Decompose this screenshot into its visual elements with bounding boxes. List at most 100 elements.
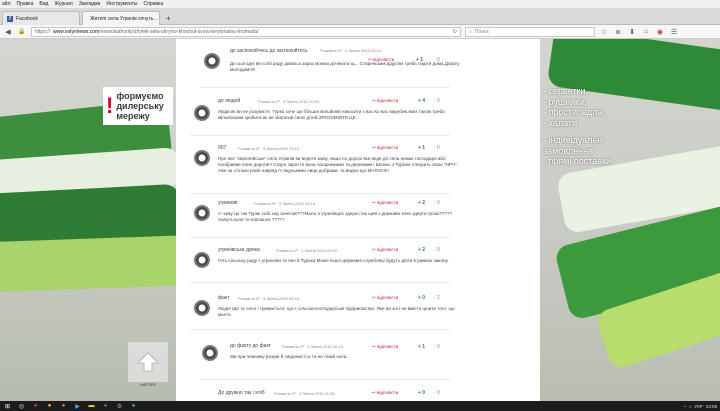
- dealer-promo-banner[interactable]: ! формуємо дилерську мережу: [103, 87, 173, 125]
- comment-ip: Posвасть IP: [276, 248, 299, 253]
- menu-bookmarks[interactable]: Закладки: [79, 1, 101, 7]
- comment-text: Про яке "європейське" село Угринів ви ве…: [218, 156, 458, 173]
- scroll-to-top-button[interactable]: [128, 342, 168, 382]
- comment-ip: Posвасть IP: [258, 99, 281, 104]
- upvote-button[interactable]: + 1: [418, 145, 425, 151]
- network-icon[interactable]: ◔: [683, 404, 686, 409]
- reply-label: відповісти: [377, 200, 399, 205]
- comment-date: 3 Липня 2015 10:53: [283, 99, 319, 104]
- media-player-icon[interactable]: ▶: [73, 402, 82, 410]
- divider: [200, 87, 450, 88]
- promo-line: мережу: [116, 111, 150, 121]
- comment-date: 4 Липня 2015 09:18: [263, 296, 299, 301]
- comment-meta: Posвасть IP 4 Липня 2015 09:18: [238, 296, 299, 301]
- downvote-button[interactable]: · 0: [434, 145, 440, 151]
- avatar: [194, 300, 210, 316]
- dealer-promo-text: формуємо дилерську мережу: [116, 91, 163, 121]
- hamburger-menu-icon[interactable]: ☰: [669, 27, 679, 37]
- taskbar-app-icon[interactable]: ◎: [17, 402, 26, 410]
- clock[interactable]: 23:08: [706, 404, 717, 409]
- search-placeholder: Поиск: [474, 28, 489, 35]
- comment-text: Ми при повному розумі й свідомості,а ти …: [230, 354, 348, 359]
- menu-file[interactable]: айл: [2, 1, 11, 7]
- pocket-icon[interactable]: ◉: [655, 27, 665, 37]
- reply-label: відповісти: [377, 344, 399, 349]
- tab-bar: f Facebook Жителі села Угринів хочуть… ×…: [0, 8, 720, 25]
- comment-date: 3 Липня 2015 23:14: [345, 48, 381, 53]
- chrome-icon[interactable]: ●: [45, 402, 54, 410]
- paint-icon[interactable]: ●: [101, 402, 110, 410]
- comment-meta: Posвасть IP 3 Липня 2015 23:18: [254, 201, 315, 206]
- downvote-button[interactable]: · 2: [434, 295, 440, 301]
- url-path: /news/authority/zhyteli-sela-uhryniv-kho…: [99, 28, 259, 35]
- firefox-icon[interactable]: ●: [59, 402, 68, 410]
- downvote-button[interactable]: · 0: [434, 98, 440, 104]
- bookmark-star-icon[interactable]: ☆: [599, 27, 609, 37]
- avatar: [194, 205, 210, 221]
- promo-item: - серветки,: [543, 86, 588, 96]
- comment-meta: Posвасть IP 4 Липня 2015 11:34: [274, 391, 335, 396]
- avatar: [204, 53, 220, 69]
- tab-volynnews[interactable]: Жителі села Угринів хочуть… ×: [82, 11, 160, 25]
- home-icon[interactable]: ⌂: [641, 27, 651, 37]
- downvote-button[interactable]: · 0: [434, 390, 440, 396]
- comment-author: до людей: [218, 98, 241, 104]
- taskbar: ⊞ ◎ ● ● ● ▶ ▬ ● ⚙ ● ◔ ♪ УКР 23:08: [0, 401, 720, 411]
- comment-meta: Posвасть IP 4 Липня 2015 10:19: [282, 344, 343, 349]
- menu-tools[interactable]: Инструменты: [106, 1, 137, 7]
- settings-icon[interactable]: ⚙: [115, 402, 124, 410]
- comment-meta: Posвасть IP 3 Липня 2015 23:14: [320, 48, 381, 53]
- menu-help[interactable]: Справка: [144, 1, 164, 7]
- menu-bar: айл Правка Вид Журнал Закладки Инструмен…: [0, 0, 720, 8]
- bookmarks-list-icon[interactable]: ≣: [613, 27, 623, 37]
- menu-view[interactable]: Вид: [39, 1, 48, 7]
- comment-date: 3 Липня 2015 23:10: [263, 146, 299, 151]
- user-icon: [208, 57, 216, 65]
- reply-link[interactable]: ↩ відповісти: [372, 145, 398, 151]
- url-scheme: https://: [35, 28, 51, 35]
- downvote-button[interactable]: · 0: [434, 200, 440, 206]
- file-explorer-icon[interactable]: ▬: [87, 402, 96, 410]
- upvote-button[interactable]: + 0: [418, 390, 425, 396]
- upvote-button[interactable]: + 2: [418, 247, 425, 253]
- reply-label: відповісти: [377, 295, 399, 300]
- reload-icon[interactable]: ↻: [453, 29, 457, 35]
- downvote-button[interactable]: · 0: [434, 344, 440, 350]
- url-bar[interactable]: https://www.volynnews.com/news/authority…: [31, 26, 461, 37]
- reply-link[interactable]: ↩ відповісти: [372, 344, 398, 350]
- skype-icon[interactable]: ●: [129, 402, 138, 410]
- menu-edit[interactable]: Правка: [17, 1, 34, 7]
- reply-label: відповісти: [377, 98, 399, 103]
- back-button[interactable]: ◀: [3, 27, 13, 37]
- new-tab-button[interactable]: +: [162, 11, 174, 25]
- user-icon: [198, 154, 206, 162]
- reply-link[interactable]: ↩ відповісти: [372, 200, 398, 206]
- reply-link[interactable]: ↩ відповісти: [372, 390, 398, 396]
- reply-label: відповісти: [377, 390, 399, 395]
- keyboard-language[interactable]: УКР: [694, 404, 702, 409]
- comment-author: угринівська думка: [218, 247, 260, 253]
- upvote-button[interactable]: + 2: [418, 200, 425, 206]
- avatar: [202, 345, 218, 361]
- volume-icon[interactable]: ♪: [689, 404, 691, 409]
- search-bar[interactable]: ⌕ Поиск: [465, 26, 595, 37]
- comment-author: До дружно так і хліб: [218, 390, 265, 396]
- comment-meta: Posвасть IP 3 Липня 2015 10:53: [258, 99, 319, 104]
- tab-facebook[interactable]: f Facebook: [2, 11, 80, 25]
- opera-icon[interactable]: ●: [31, 402, 40, 410]
- reply-link[interactable]: ↩ відповісти: [372, 247, 398, 253]
- reply-link[interactable]: ↩ відповісти: [372, 98, 398, 104]
- reply-link[interactable]: ↩ відповісти: [372, 295, 398, 301]
- windows-start-icon[interactable]: ⊞: [3, 402, 12, 410]
- menu-history[interactable]: Журнал: [54, 1, 72, 7]
- plus-icon: +: [166, 13, 171, 23]
- download-icon[interactable]: ⬇: [627, 27, 637, 37]
- identity-button[interactable]: 🔒: [17, 27, 27, 37]
- downvote-button[interactable]: · 0: [434, 247, 440, 253]
- user-icon: [198, 304, 206, 312]
- promo-item: - прямі поставки: [543, 156, 611, 166]
- upvote-button[interactable]: + 4: [418, 98, 425, 104]
- upvote-button[interactable]: + 1: [418, 344, 425, 350]
- upvote-button[interactable]: + 0: [418, 295, 425, 301]
- comment-date: 3 Липня 2015 23:20: [301, 248, 337, 253]
